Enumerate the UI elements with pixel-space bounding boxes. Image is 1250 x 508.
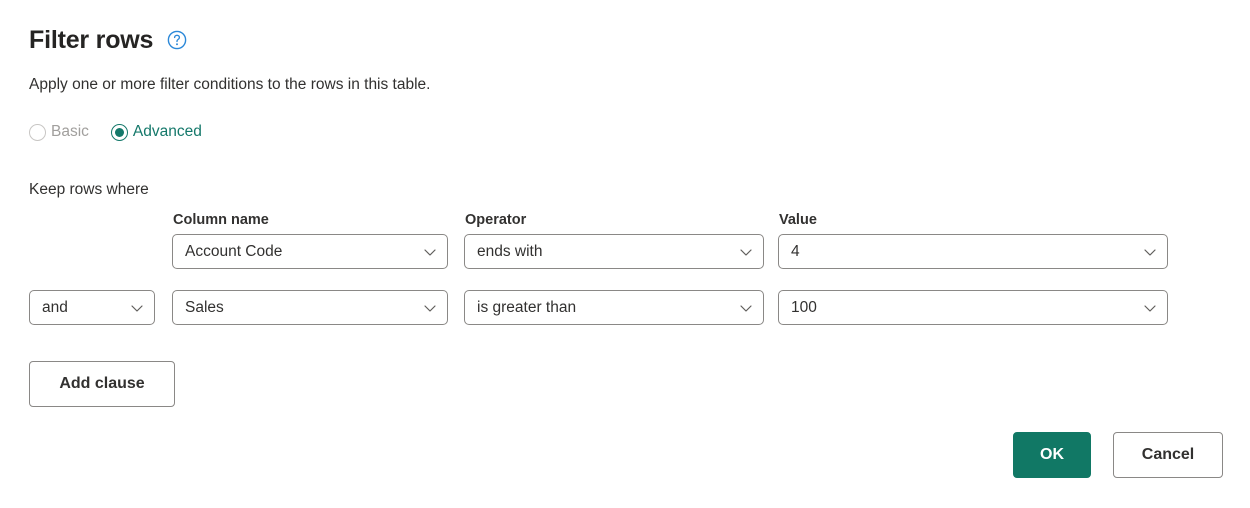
help-circle-icon[interactable] [167, 30, 187, 50]
clause-2-operator-value: is greater than [477, 298, 577, 316]
radio-option-basic[interactable]: Basic [29, 122, 89, 142]
chevron-down-icon [416, 244, 438, 260]
clause-1-operator-dropdown[interactable]: ends with [464, 234, 764, 269]
radio-option-advanced[interactable]: Advanced [110, 122, 202, 142]
filter-mode-radio-group: Basic Advanced [29, 122, 202, 142]
dialog-header: Filter rows [29, 24, 187, 56]
radio-label-basic: Basic [51, 123, 89, 140]
chevron-down-icon [1136, 300, 1158, 316]
clause-2-operator-dropdown[interactable]: is greater than [464, 290, 764, 325]
chevron-down-icon [123, 300, 145, 316]
page-title: Filter rows [29, 26, 154, 54]
keep-rows-where-label: Keep rows where [29, 181, 149, 198]
add-clause-button[interactable]: Add clause [29, 361, 175, 407]
radio-mark-advanced [110, 123, 128, 141]
clause-1-operator-value: ends with [477, 242, 543, 260]
chevron-down-icon [732, 300, 754, 316]
clause-1-column-name-value: Account Code [185, 242, 283, 260]
cancel-button[interactable]: Cancel [1113, 432, 1223, 478]
clause-1-column-name-dropdown[interactable]: Account Code [172, 234, 448, 269]
column-header-value: Value [779, 212, 817, 228]
clause-2-column-name-value: Sales [185, 298, 224, 316]
chevron-down-icon [416, 300, 438, 316]
column-header-operator: Operator [465, 212, 527, 228]
clause-2-value-dropdown[interactable]: 100 [778, 290, 1168, 325]
ok-button[interactable]: OK [1013, 432, 1091, 478]
radio-mark-basic [29, 123, 46, 141]
column-header-column-name: Column name [173, 212, 269, 228]
clause-1-value-dropdown[interactable]: 4 [778, 234, 1168, 269]
radio-label-advanced: Advanced [132, 123, 202, 140]
clause-2-conjunction-dropdown[interactable]: and [29, 290, 155, 325]
clause-1-value-value: 4 [791, 242, 800, 260]
clause-2-column-name-dropdown[interactable]: Sales [172, 290, 448, 325]
chevron-down-icon [1136, 244, 1158, 260]
clause-2-value-value: 100 [791, 298, 817, 316]
chevron-down-icon [732, 244, 754, 260]
clause-2-conjunction-value: and [42, 298, 68, 316]
dialog-subtitle: Apply one or more filter conditions to t… [29, 76, 431, 93]
